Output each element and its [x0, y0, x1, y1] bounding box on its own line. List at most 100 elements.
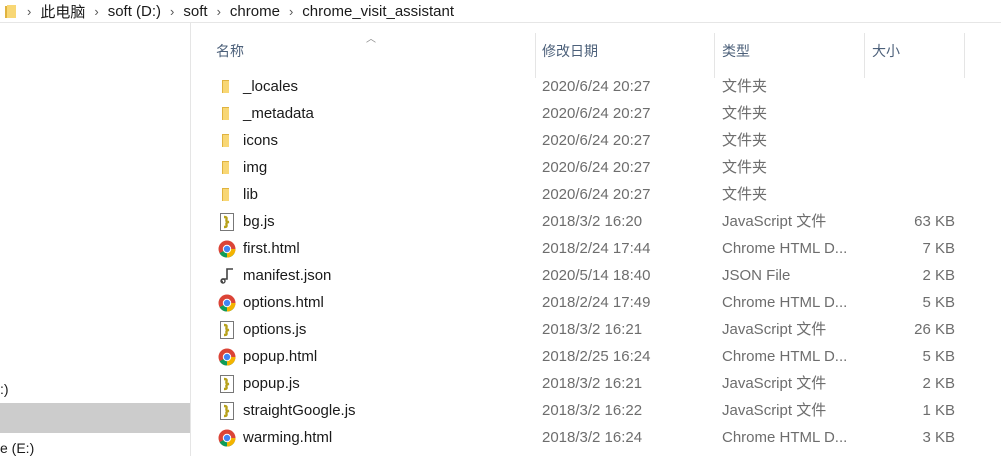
file-name[interactable]: _locales	[243, 73, 298, 100]
file-row[interactable]: lib 2020/6/24 20:27 文件夹	[200, 181, 1001, 208]
js-file-icon	[218, 402, 236, 420]
column-divider[interactable]	[864, 33, 865, 78]
file-type: 文件夹	[722, 186, 768, 203]
js-file-icon	[218, 375, 236, 393]
file-modified-date: 2018/3/2 16:22	[542, 402, 643, 419]
file-row[interactable]: manifest.json 2020/5/14 18:40 JSON File 2 K…	[200, 262, 1001, 289]
file-row[interactable]: straightGoogle.js 2018/3/2 16:22 JavaScrip…	[200, 397, 1001, 424]
breadcrumb: › 此电脑 › soft (D:) › soft › chrome › chro…	[18, 1, 454, 22]
navigation-pane: :) e (E:)	[0, 23, 191, 456]
nav-item-label: :)	[0, 381, 9, 397]
breadcrumb-this-pc[interactable]: 此电脑	[40, 1, 85, 22]
breadcrumb-chrome[interactable]: chrome	[230, 3, 280, 20]
file-modified-date: 2020/6/24 20:27	[542, 78, 651, 95]
js-file-icon	[218, 321, 236, 339]
file-type: Chrome HTML D...	[722, 240, 848, 257]
column-header-type[interactable]: 类型	[722, 41, 750, 61]
file-size: 2 KB	[922, 267, 955, 284]
file-type: 文件夹	[722, 78, 768, 95]
breadcrumb-current[interactable]: chrome_visit_assistant	[302, 3, 454, 20]
file-modified-date: 2018/3/2 16:20	[542, 213, 643, 230]
chevron-right-icon[interactable]: ›	[217, 4, 221, 19]
file-name[interactable]: img	[243, 154, 267, 181]
nav-item-drive-e[interactable]: e (E:)	[0, 433, 190, 463]
nav-item-drive-d[interactable]: :)	[0, 374, 190, 404]
file-type: Chrome HTML D...	[722, 294, 848, 311]
folder-icon	[218, 132, 236, 150]
nav-item-label: e (E:)	[0, 440, 35, 456]
breadcrumb-soft[interactable]: soft	[183, 3, 207, 20]
file-type: 文件夹	[722, 132, 768, 149]
file-name[interactable]: first.html	[243, 235, 300, 262]
file-row[interactable]: icons 2020/6/24 20:27 文件夹	[200, 127, 1001, 154]
folder-icon	[218, 105, 236, 123]
file-modified-date: 2018/2/24 17:49	[542, 294, 651, 311]
column-divider[interactable]	[535, 33, 536, 78]
file-type: JavaScript 文件	[722, 375, 827, 392]
file-size: 5 KB	[922, 294, 955, 311]
file-name[interactable]: manifest.json	[243, 262, 331, 289]
file-name[interactable]: lib	[243, 181, 258, 208]
nav-item-selected[interactable]	[0, 403, 190, 433]
file-type: 文件夹	[722, 159, 768, 176]
file-name[interactable]: options.js	[243, 316, 306, 343]
json-file-icon	[218, 267, 236, 285]
chevron-right-icon[interactable]: ›	[170, 4, 174, 19]
file-row[interactable]: warming.html 2018/3/2 16:24 Chrome HTML D.…	[200, 424, 1001, 451]
sort-ascending-icon: ︿	[366, 34, 376, 45]
folder-icon	[218, 159, 236, 177]
file-row[interactable]: options.html 2018/2/24 17:49 Chrome HTML D…	[200, 289, 1001, 316]
file-name[interactable]: straightGoogle.js	[243, 397, 356, 424]
chrome-icon	[218, 294, 236, 312]
file-size: 2 KB	[922, 375, 955, 392]
file-row[interactable]: img 2020/6/24 20:27 文件夹	[200, 154, 1001, 181]
file-type: JavaScript 文件	[722, 213, 827, 230]
folder-icon	[4, 4, 18, 19]
chrome-icon	[218, 240, 236, 258]
file-name[interactable]: popup.html	[243, 343, 317, 370]
file-modified-date: 2020/6/24 20:27	[542, 186, 651, 203]
folder-icon	[218, 186, 236, 204]
file-modified-date: 2018/3/2 16:24	[542, 429, 643, 446]
column-divider[interactable]	[964, 33, 965, 78]
file-size: 26 KB	[914, 321, 955, 338]
column-header-size[interactable]: 大小	[872, 41, 900, 61]
file-row[interactable]: popup.js 2018/3/2 16:21 JavaScript 文件 2 KB	[200, 370, 1001, 397]
file-row[interactable]: first.html 2018/2/24 17:44 Chrome HTML D..…	[200, 235, 1001, 262]
file-type: JSON File	[722, 267, 791, 284]
address-bar[interactable]: › 此电脑 › soft (D:) › soft › chrome › chro…	[0, 0, 1001, 23]
chevron-right-icon[interactable]: ›	[289, 4, 293, 19]
file-size: 7 KB	[922, 240, 955, 257]
file-name[interactable]: warming.html	[243, 424, 332, 451]
file-modified-date: 2020/5/14 18:40	[542, 267, 651, 284]
file-name[interactable]: _metadata	[243, 100, 314, 127]
file-modified-date: 2018/3/2 16:21	[542, 321, 643, 338]
column-header-name[interactable]: 名称	[216, 41, 244, 61]
file-row[interactable]: options.js 2018/3/2 16:21 JavaScript 文件 26 …	[200, 316, 1001, 343]
file-name[interactable]: options.html	[243, 289, 324, 316]
file-modified-date: 2020/6/24 20:27	[542, 105, 651, 122]
file-modified-date: 2020/6/24 20:27	[542, 159, 651, 176]
js-file-icon	[218, 213, 236, 231]
file-size: 3 KB	[922, 429, 955, 446]
column-divider[interactable]	[714, 33, 715, 78]
file-name[interactable]: bg.js	[243, 208, 275, 235]
file-row[interactable]: _locales 2020/6/24 20:27 文件夹	[200, 73, 1001, 100]
file-row[interactable]: _metadata 2020/6/24 20:27 文件夹	[200, 100, 1001, 127]
column-header-date[interactable]: 修改日期	[542, 41, 598, 61]
file-name[interactable]: icons	[243, 127, 278, 154]
file-size: 63 KB	[914, 213, 955, 230]
file-row[interactable]: bg.js 2018/3/2 16:20 JavaScript 文件 63 KB	[200, 208, 1001, 235]
file-modified-date: 2018/2/25 16:24	[542, 348, 651, 365]
chevron-right-icon[interactable]: ›	[27, 4, 31, 19]
file-type: JavaScript 文件	[722, 402, 827, 419]
breadcrumb-drive[interactable]: soft (D:)	[108, 3, 161, 20]
chrome-icon	[218, 348, 236, 366]
folder-icon	[218, 78, 236, 96]
file-name[interactable]: popup.js	[243, 370, 300, 397]
file-row[interactable]: popup.html 2018/2/25 16:24 Chrome HTML D..…	[200, 343, 1001, 370]
file-type: 文件夹	[722, 105, 768, 122]
chrome-icon	[218, 429, 236, 447]
chevron-right-icon[interactable]: ›	[94, 4, 98, 19]
file-modified-date: 2020/6/24 20:27	[542, 132, 651, 149]
